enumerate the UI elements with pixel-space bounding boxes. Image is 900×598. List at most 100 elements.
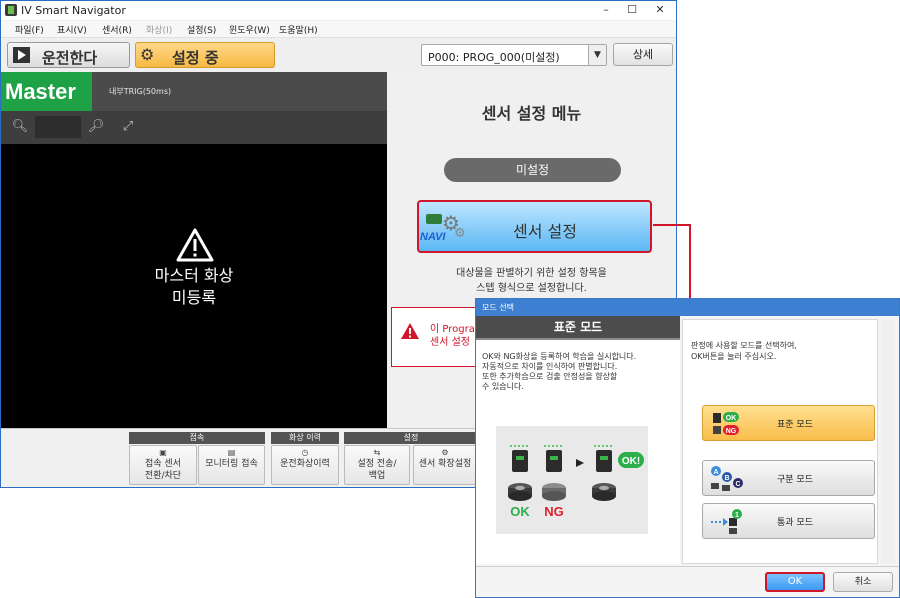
image-viewer: 마스터 화상 미등록 bbox=[1, 144, 387, 428]
mode-select-dialog: 모드 선택 표준 모드 OK와 NG화상을 등록하여 학습을 실시합니다. 자동… bbox=[475, 298, 900, 598]
navi-label: NAVI bbox=[420, 231, 446, 243]
mode-desc-line3: 또한 추가학습으로 검출 안정성을 향상할 bbox=[482, 372, 618, 381]
mode-instruction: 판정에 사용할 모드를 선택하여, OK버튼을 눌러 주십시오. bbox=[691, 340, 876, 362]
sensor-settings-description: 대상물을 판별하기 위한 설정 항목을 스텝 형식으로 설정합니다. bbox=[387, 266, 676, 296]
toolbar: 운전한다 ⚙ 설정 중 P000: PROG_000(미설정) ▼ 상세 bbox=[1, 39, 676, 71]
mode-desc-line4: 수 있습니다. bbox=[482, 382, 524, 391]
menu-file[interactable]: 파일(F) bbox=[15, 23, 44, 36]
play-icon bbox=[13, 47, 30, 63]
classification-mode-label: 구분 모드 bbox=[777, 475, 813, 485]
mode-preview-panel: 표준 모드 OK와 NG화상을 등록하여 학습을 실시합니다. 자동적으로 차이… bbox=[476, 316, 680, 564]
mode-illustration: OK! OK NG bbox=[496, 426, 648, 534]
setup-mode-button[interactable]: ⚙ 설정 중 bbox=[135, 42, 275, 68]
close-button[interactable]: ✕ bbox=[652, 3, 668, 17]
zoom-out-icon[interactable]: 🔍︎ bbox=[9, 117, 31, 137]
chevron-down-icon[interactable]: ▼ bbox=[588, 45, 606, 65]
standard-icon-ng: NG bbox=[726, 428, 737, 435]
warning-icon bbox=[176, 228, 214, 262]
program-select-value: P000: PROG_000(미설정) bbox=[428, 51, 560, 64]
master-badge: Master bbox=[1, 72, 92, 111]
sensor-settings-label: 센서 설정 bbox=[513, 222, 577, 241]
menu-view[interactable]: 표시(V) bbox=[57, 23, 87, 36]
group-connect: 접속 bbox=[129, 432, 265, 444]
cancel-button[interactable]: 취소 bbox=[833, 572, 893, 592]
run-mode-label: 운전한다 bbox=[42, 49, 98, 67]
extension-icon: ⚙ bbox=[441, 448, 449, 457]
monitor-label: 모니터링 접속 bbox=[205, 459, 258, 469]
mode-desc-line2: 자동적으로 차이를 인식하여 판별합니다. bbox=[482, 362, 618, 371]
master-message-line1: 마스터 화상 bbox=[154, 266, 234, 285]
sensor-settings-button[interactable]: ⚙ ⚙ NAVI 센서 설정 bbox=[417, 200, 652, 253]
menu-help[interactable]: 도움말(H) bbox=[279, 23, 318, 36]
scrollbar[interactable] bbox=[881, 319, 895, 564]
detail-button[interactable]: 상세 bbox=[613, 43, 673, 66]
dialog-title-bar: 모드 선택 bbox=[476, 299, 899, 316]
extension-settings-button[interactable]: ⚙ 센서 확장설정 bbox=[413, 445, 477, 485]
master-message-line2: 미등록 bbox=[171, 288, 217, 307]
ok-button[interactable]: OK bbox=[765, 572, 825, 592]
classification-mode-icon: A B C bbox=[711, 466, 743, 491]
run-mode-button[interactable]: 운전한다 bbox=[7, 42, 130, 68]
dialog-footer-divider bbox=[476, 566, 899, 567]
status-badge: 미설정 bbox=[444, 158, 621, 182]
illust-ok-label: OK bbox=[510, 504, 530, 519]
standard-mode-icon: OK NG bbox=[713, 412, 739, 435]
transfer-icon: ⇆ bbox=[373, 448, 381, 457]
monitor-connect-button[interactable]: ▤ 모니터링 접속 bbox=[198, 445, 265, 485]
alert-text: 이 Program 센서 설정 bbox=[430, 323, 476, 349]
navi-icon: ⚙ ⚙ NAVI bbox=[420, 211, 466, 243]
alert-icon bbox=[401, 323, 419, 339]
menu-image[interactable]: 화상(I) bbox=[146, 23, 172, 36]
learning-illustration: OK! OK NG bbox=[508, 445, 644, 519]
program-select[interactable]: P000: PROG_000(미설정) ▼ bbox=[421, 44, 607, 66]
sensor-desc-line1: 대상물을 판별하기 위한 설정 항목을 bbox=[456, 268, 607, 279]
setup-gear-icon: ⚙ bbox=[140, 45, 155, 64]
run-history-button[interactable]: ◷ 운전화상이력 bbox=[271, 445, 339, 485]
zoom-field[interactable] bbox=[35, 116, 81, 138]
menu-window[interactable]: 윈도우(W) bbox=[229, 23, 270, 36]
standard-mode-label: 표준 모드 bbox=[777, 420, 813, 430]
alert-line1: 이 Program bbox=[430, 324, 476, 335]
menu-sensor[interactable]: 센서(R) bbox=[102, 23, 132, 36]
mode-options-panel: 판정에 사용할 모드를 선택하여, OK버튼을 눌러 주십시오. OK NG 표… bbox=[682, 319, 878, 564]
class-icon-c: C bbox=[735, 481, 740, 488]
class-icon-b: B bbox=[724, 475, 729, 482]
sensor-desc-line2: 스텝 형식으로 설정합니다. bbox=[476, 283, 587, 294]
setup-mode-label: 설정 중 bbox=[172, 49, 219, 67]
minimize-button[interactable]: – bbox=[598, 3, 614, 17]
transfer-line1: 설정 전송/ bbox=[357, 459, 397, 469]
connect-switch-line1: 접속 센서 bbox=[145, 459, 181, 469]
menu-bar: 파일(F) 표시(V) 센서(R) 화상(I) 설정(S) 윈도우(W) 도움말… bbox=[1, 21, 676, 38]
transfer-line2: 백업 bbox=[368, 471, 386, 481]
instruction-line1: 판정에 사용할 모드를 선택하여, bbox=[691, 341, 797, 350]
maximize-button[interactable]: ☐ bbox=[624, 3, 640, 17]
pass-mode-icon: 1 bbox=[711, 509, 742, 534]
app-icon bbox=[5, 4, 17, 16]
window-title: IV Smart Navigator bbox=[21, 4, 126, 17]
title-bar: IV Smart Navigator – ☐ ✕ bbox=[1, 1, 676, 20]
ok-badge-text: OK! bbox=[622, 456, 640, 467]
classification-mode-option[interactable]: A B C 구분 모드 bbox=[702, 460, 875, 496]
fit-icon[interactable]: ⤢ bbox=[117, 117, 139, 137]
pass-icon-1: 1 bbox=[735, 512, 739, 519]
extension-label: 센서 확장설정 bbox=[418, 459, 472, 469]
menu-settings[interactable]: 설정(S) bbox=[187, 23, 216, 36]
illust-ng-label: NG bbox=[544, 504, 564, 519]
connect-switch-button[interactable]: ▣ 접속 센서 전환/차단 bbox=[129, 445, 197, 485]
image-header: Master 내부TRIG(50ms) bbox=[1, 72, 387, 111]
mode-preview-description: OK와 NG화상을 등록하여 학습을 실시합니다. 자동적으로 차이를 인식하여… bbox=[482, 352, 676, 392]
group-history: 화상 이력 bbox=[271, 432, 339, 444]
pass-mode-option[interactable]: 1 통과 모드 bbox=[702, 503, 875, 539]
standard-icon-ok: OK bbox=[726, 415, 737, 422]
monitor-icon: ▤ bbox=[227, 448, 236, 457]
run-history-label: 운전화상이력 bbox=[280, 459, 330, 469]
standard-mode-option[interactable]: OK NG 표준 모드 bbox=[702, 405, 875, 441]
zoom-in-icon[interactable]: 🔎︎ bbox=[85, 117, 107, 137]
class-icon-a: A bbox=[713, 469, 718, 476]
connect-switch-line2: 전환/차단 bbox=[144, 471, 182, 481]
group-settings: 설정 bbox=[344, 432, 478, 444]
alert-line2: 센서 설정 bbox=[430, 337, 470, 348]
transfer-backup-button[interactable]: ⇆ 설정 전송/ 백업 bbox=[344, 445, 410, 485]
dialog-title: 모드 선택 bbox=[482, 303, 514, 312]
mode-desc-line1: OK와 NG화상을 등록하여 학습을 실시합니다. bbox=[482, 352, 637, 361]
